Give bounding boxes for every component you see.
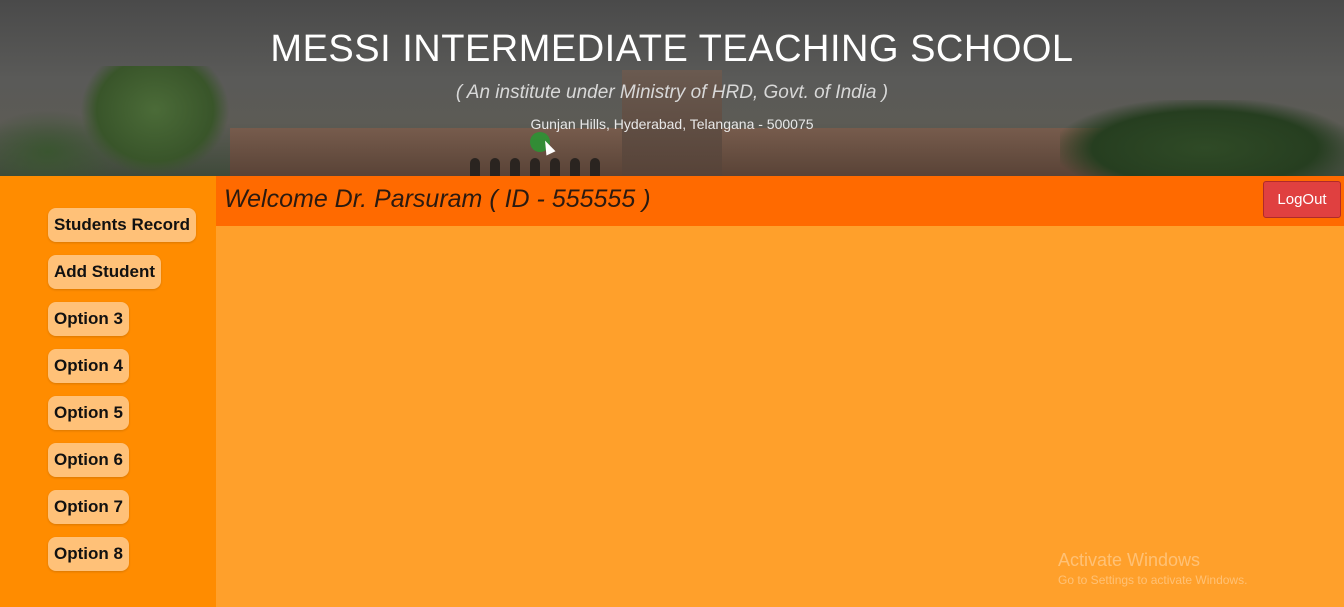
logout-button[interactable]: LogOut: [1263, 181, 1341, 218]
banner-windows: [470, 158, 600, 176]
sidebar-item-option-8[interactable]: Option 8: [48, 537, 129, 571]
watermark-title: Activate Windows: [1058, 550, 1201, 570]
sidebar-item-students-record[interactable]: Students Record: [48, 208, 197, 242]
sidebar-item-add-student[interactable]: Add Student: [48, 255, 162, 289]
school-address: Gunjan Hills, Hyderabad, Telangana - 500…: [530, 116, 814, 132]
sidebar-item-option-5[interactable]: Option 5: [48, 396, 129, 430]
watermark-subtitle: Go to Settings to activate Windows.: [1058, 573, 1248, 587]
welcome-bar: Welcome Dr. Parsuram ( ID - 555555 ) Log…: [216, 176, 1344, 226]
sidebar-item-option-3[interactable]: Option 3: [48, 302, 129, 336]
header-banner: MESSI INTERMEDIATE TEACHING SCHOOL ( An …: [0, 0, 1344, 176]
sidebar: Students Record Add Student Option 3 Opt…: [0, 176, 216, 607]
sidebar-item-option-6[interactable]: Option 6: [48, 443, 129, 477]
activate-windows-watermark: Activate Windows Go to Settings to activ…: [1058, 550, 1247, 587]
school-subtitle: ( An institute under Ministry of HRD, Go…: [455, 82, 889, 103]
banner-tree: [1060, 100, 1344, 176]
sidebar-item-option-4[interactable]: Option 4: [48, 349, 129, 383]
school-title: MESSI INTERMEDIATE TEACHING SCHOOL: [270, 28, 1074, 70]
welcome-text: Welcome Dr. Parsuram ( ID - 555555 ): [224, 185, 651, 213]
sidebar-item-option-7[interactable]: Option 7: [48, 490, 129, 524]
